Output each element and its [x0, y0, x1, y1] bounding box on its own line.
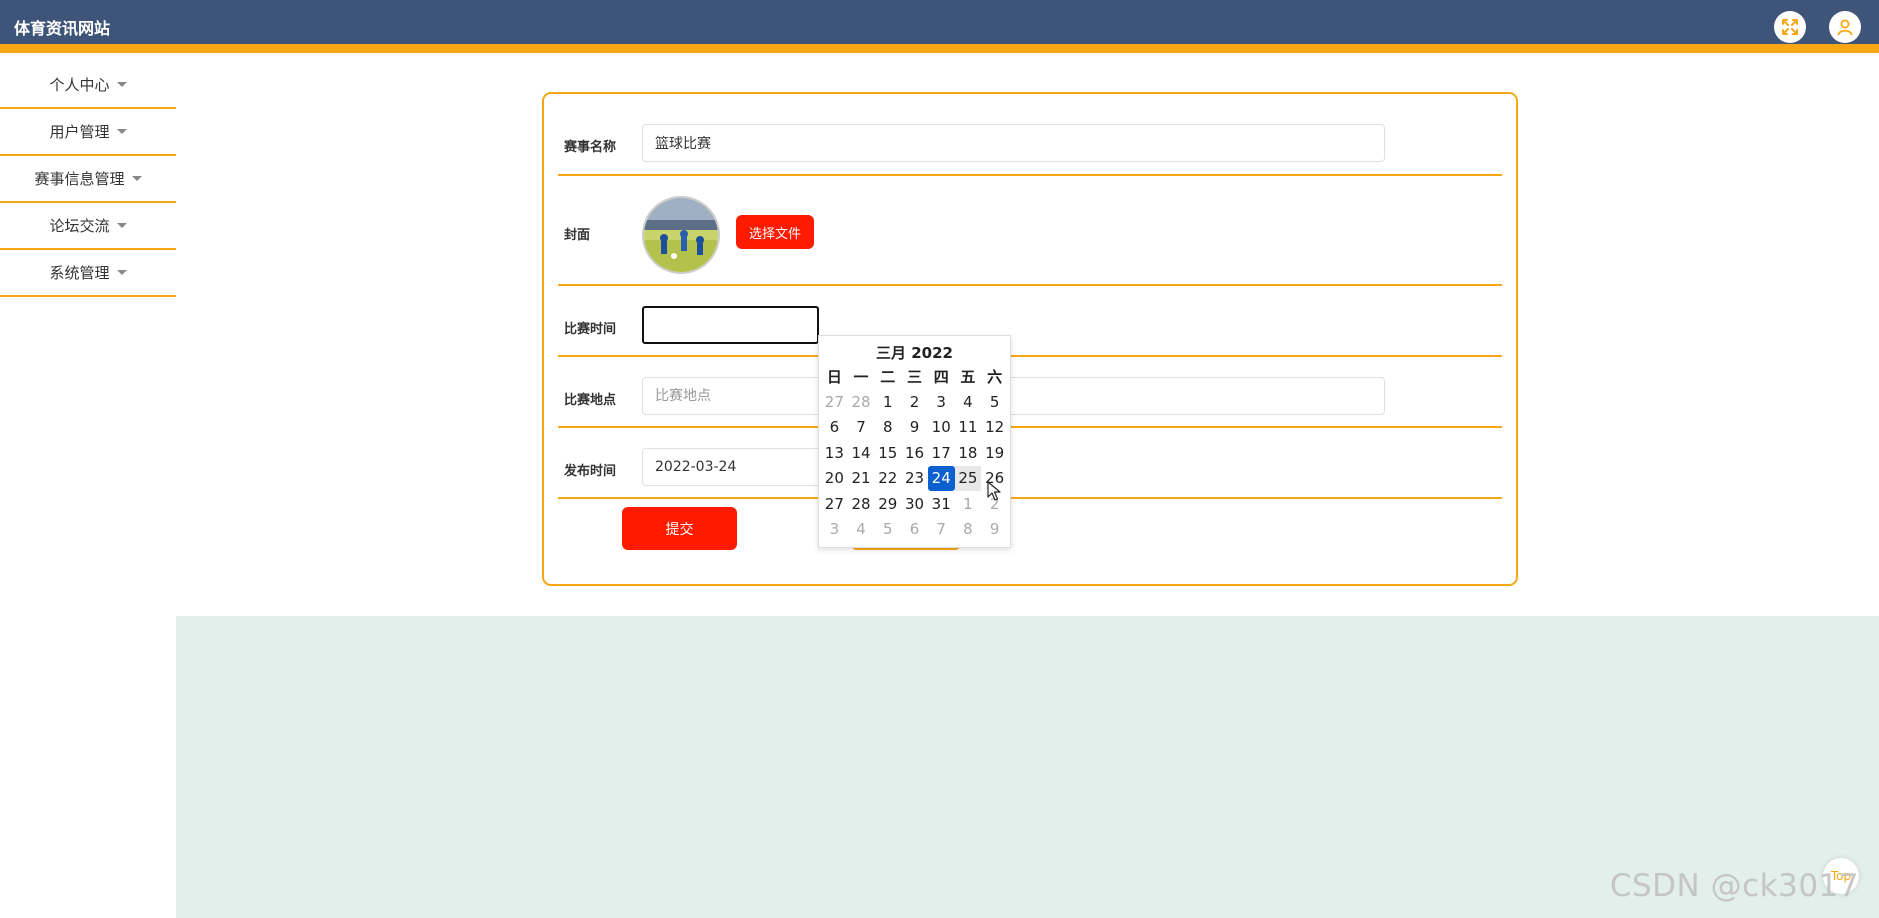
calendar-day[interactable]: 4	[955, 389, 982, 415]
match-location-input[interactable]	[642, 377, 1385, 415]
form-row-event-name: 赛事名称	[558, 94, 1502, 176]
calendar-day[interactable]: 1	[874, 389, 901, 415]
calendar-day[interactable]: 9	[901, 415, 928, 441]
caret-down-icon	[116, 223, 127, 228]
choose-file-button[interactable]: 选择文件	[736, 215, 814, 249]
calendar-day[interactable]: 6	[821, 415, 848, 441]
event-name-label: 赛事名称	[564, 140, 617, 155]
user-icon[interactable]	[1829, 11, 1861, 43]
calendar-day[interactable]: 20	[821, 466, 848, 492]
weekday-header: 日	[826, 368, 842, 386]
caret-down-icon	[116, 129, 127, 134]
weekday-header: 六	[987, 368, 1003, 386]
calendar-day[interactable]: 12	[981, 415, 1008, 441]
sidebar: 个人中心 用户管理 赛事信息管理 论坛交流 系统管理	[0, 62, 176, 297]
calendar-day[interactable]: 11	[955, 415, 982, 441]
calendar-day[interactable]: 9	[981, 517, 1008, 543]
sidebar-item-personal-center[interactable]: 个人中心	[0, 62, 176, 109]
calendar-day[interactable]: 5	[981, 389, 1008, 415]
calendar-day[interactable]: 13	[821, 440, 848, 466]
mouse-cursor-icon	[987, 481, 1001, 501]
weekday-header: 四	[933, 368, 949, 386]
publish-time-label: 发布时间	[564, 464, 617, 479]
calendar-month-title: 三月 2022	[876, 344, 953, 362]
user-avatar-icon	[1837, 19, 1853, 36]
calendar-day[interactable]: 10	[928, 415, 955, 441]
calendar-day[interactable]: 27	[821, 389, 848, 415]
submit-button[interactable]: 提交	[622, 507, 737, 550]
top-bar: 体育资讯网站	[0, 0, 1879, 53]
weekday-header: 五	[960, 368, 976, 386]
calendar-day[interactable]: 3	[821, 517, 848, 543]
calendar-day[interactable]: 17	[928, 440, 955, 466]
calendar-day[interactable]: 1	[955, 491, 982, 517]
match-location-label: 比赛地点	[564, 393, 617, 408]
sidebar-item-label: 用户管理	[49, 123, 110, 141]
calendar-day[interactable]: 8	[955, 517, 982, 543]
calendar-day[interactable]: 22	[874, 466, 901, 492]
calendar-day[interactable]: 3	[928, 389, 955, 415]
calendar-day[interactable]: 7	[848, 415, 875, 441]
form-row-match-time: 比赛时间	[558, 286, 1502, 357]
calendar-day[interactable]: 21	[848, 466, 875, 492]
weekday-header: 二	[880, 368, 896, 386]
cover-label: 封面	[564, 228, 591, 243]
match-time-input[interactable]	[642, 306, 819, 344]
fullscreen-icon[interactable]	[1774, 11, 1806, 43]
calendar-day[interactable]: 25	[954, 465, 982, 491]
weekday-header: 一	[853, 368, 869, 386]
calendar-day[interactable]: 2	[901, 389, 928, 415]
form-row-match-location: 比赛地点	[558, 357, 1502, 428]
sidebar-item-event-management[interactable]: 赛事信息管理	[0, 156, 176, 203]
cover-image	[642, 196, 720, 274]
calendar-day[interactable]: 6	[901, 517, 928, 543]
sidebar-item-label: 系统管理	[49, 264, 110, 282]
calendar-day[interactable]: 18	[955, 440, 982, 466]
form-row-publish-time: 发布时间	[558, 428, 1502, 499]
watermark: CSDN @ck3017	[1609, 868, 1859, 904]
event-name-input[interactable]	[642, 124, 1385, 162]
sidebar-item-label: 个人中心	[49, 76, 110, 94]
form-row-cover: 封面 选择文件	[558, 176, 1502, 286]
sidebar-item-forum[interactable]: 论坛交流	[0, 203, 176, 250]
calendar-day[interactable]: 23	[901, 466, 928, 492]
calendar-day[interactable]: 7	[928, 517, 955, 543]
calendar-day[interactable]: 29	[874, 491, 901, 517]
football-photo-image	[644, 198, 718, 272]
calendar-day[interactable]: 28	[848, 389, 875, 415]
calendar-day[interactable]: 14	[848, 440, 875, 466]
event-form: 赛事名称 封面 选择文件 比赛时间 比赛地点 发布时间 提交	[542, 92, 1518, 586]
sidebar-item-label: 论坛交流	[49, 217, 110, 235]
caret-down-icon	[116, 270, 127, 275]
calendar-grid: 日一二三四五六 27 28 1 2 3 4 5 6 7 8 9 10 11 12 13 14 15 16 17 18 19…	[819, 364, 1010, 542]
caret-down-icon	[131, 176, 142, 181]
calendar-day[interactable]: 24	[927, 465, 955, 491]
expand-arrows-icon	[1782, 19, 1798, 35]
date-picker: 三月 2022 日一二三四五六 27 28 1 2 3 4 5 6 7 8 9 10 11 12 13 14 15…	[818, 335, 1011, 548]
calendar-day[interactable]: 15	[874, 440, 901, 466]
weekday-header: 三	[906, 368, 922, 386]
calendar-day[interactable]: 4	[848, 517, 875, 543]
caret-down-icon	[116, 82, 127, 87]
sidebar-item-label: 赛事信息管理	[34, 170, 125, 188]
match-time-label: 比赛时间	[564, 322, 617, 337]
calendar-day[interactable]: 27	[821, 491, 848, 517]
calendar-day[interactable]: 28	[848, 491, 875, 517]
calendar-day[interactable]: 5	[874, 517, 901, 543]
calendar-day[interactable]: 16	[901, 440, 928, 466]
calendar-day[interactable]: 30	[901, 491, 928, 517]
sidebar-item-user-management[interactable]: 用户管理	[0, 109, 176, 156]
site-title: 体育资讯网站	[14, 19, 111, 38]
sidebar-item-system-management[interactable]: 系统管理	[0, 250, 176, 297]
calendar-day[interactable]: 8	[874, 415, 901, 441]
calendar-day[interactable]: 31	[928, 491, 955, 517]
calendar-day[interactable]: 19	[981, 440, 1008, 466]
